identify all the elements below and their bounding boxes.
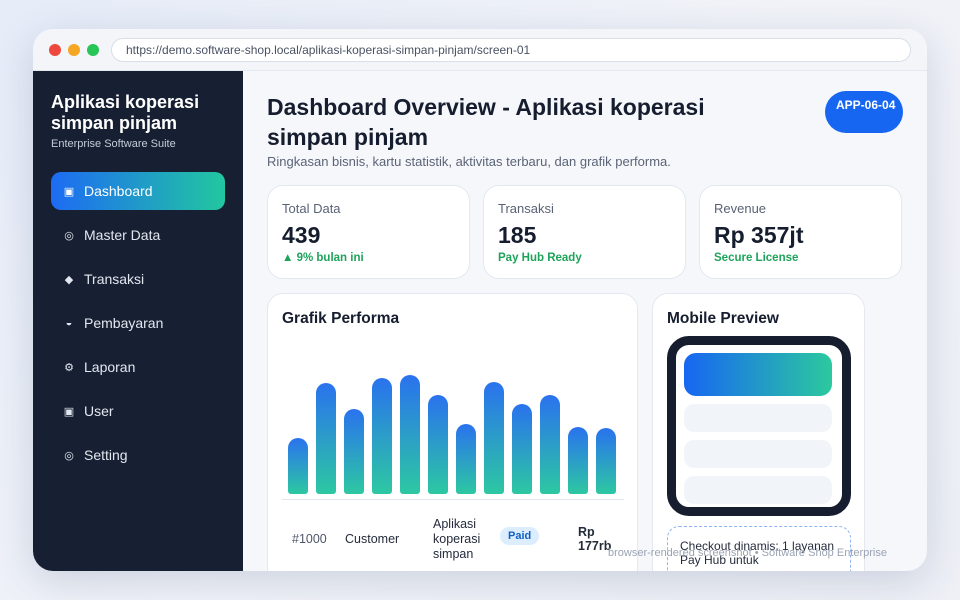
chart-bar — [372, 378, 392, 494]
user-icon: ▣ — [63, 405, 75, 418]
stat-label: Transaksi — [498, 201, 554, 216]
sidebar-item-label: Master Data — [84, 227, 161, 243]
stat-label: Revenue — [714, 201, 767, 216]
main-content: Dashboard Overview - Aplikasi koperasi s… — [243, 71, 927, 571]
transaksi-icon: ◆ — [64, 273, 74, 286]
chart-bar — [288, 438, 308, 494]
activity-product: Aplikasi koperasi simpan — [433, 517, 481, 561]
minimize-window-icon[interactable] — [68, 43, 80, 56]
chart-bar — [316, 383, 336, 494]
dashboard-icon: ▣ — [63, 185, 75, 198]
pembayaran-icon: ◒ — [65, 317, 73, 329]
sidebar-item-master-data[interactable]: ◎ Master Data — [51, 216, 225, 254]
phone-header-block — [684, 353, 832, 396]
close-window-icon[interactable] — [49, 43, 61, 56]
phone-mockup — [667, 336, 851, 516]
chart-bar — [540, 395, 560, 494]
chart-bar — [428, 395, 448, 494]
app-code-badge: APP-06-04 — [825, 91, 903, 133]
stat-value: 185 — [498, 222, 537, 248]
sidebar-item-user[interactable]: ▣ User — [51, 392, 225, 430]
stat-card-total-data: Total Data 439 ▲ 9% bulan ini — [267, 185, 470, 279]
phone-line — [684, 440, 832, 468]
status-badge: Paid — [500, 527, 540, 545]
chart-bar — [456, 424, 476, 494]
chart-bar — [596, 428, 616, 494]
activity-id: #1000 — [292, 532, 327, 546]
sidebar-nav: ▣ Dashboard ◎ Master Data ◆ Transaksi ◒ Pemb… — [51, 172, 225, 480]
mobile-preview-card: Mobile Preview Checkout dinamis: 1 layan… — [652, 293, 865, 571]
sidebar-item-label: Transaksi — [84, 271, 145, 287]
chart-bar — [512, 404, 532, 494]
stat-note: Secure License — [714, 252, 799, 264]
brand-subtitle: Enterprise Software Suite — [51, 138, 176, 150]
performance-card: Grafik Performa #1000 Customer Aplikasi … — [267, 293, 638, 571]
chart-bar — [344, 409, 364, 494]
chart-baseline — [282, 499, 624, 500]
stat-value: 439 — [282, 222, 321, 248]
laporan-icon: ⚙ — [64, 361, 74, 374]
phone-line — [684, 476, 832, 504]
setting-icon: ◎ — [64, 449, 74, 462]
sidebar-item-label: User — [84, 403, 114, 419]
performance-title: Grafik Performa — [282, 310, 400, 327]
browser-topbar: https://demo.software-shop.local/aplikas… — [33, 29, 927, 71]
sidebar-item-laporan[interactable]: ⚙ Laporan — [51, 348, 225, 386]
sidebar-item-setting[interactable]: ◎ Setting — [51, 436, 225, 474]
stat-label: Total Data — [282, 201, 341, 216]
address-bar[interactable]: https://demo.software-shop.local/aplikas… — [111, 38, 911, 62]
performance-chart — [282, 338, 624, 500]
master-data-icon: ◎ — [64, 229, 74, 242]
stat-value: Rp 357jt — [714, 222, 804, 248]
app-window: https://demo.software-shop.local/aplikas… — [33, 29, 927, 571]
brand-title: Aplikasi koperasi simpan pinjam — [51, 92, 200, 133]
page-title: Dashboard Overview - Aplikasi koperasi s… — [267, 94, 705, 150]
activity-row[interactable]: #1000 Customer Aplikasi koperasi simpan … — [268, 512, 638, 571]
sidebar-item-transaksi[interactable]: ◆ Transaksi — [51, 260, 225, 298]
activity-customer: Customer — [345, 532, 400, 546]
sidebar-item-label: Dashboard — [84, 183, 153, 199]
stat-note: Pay Hub Ready — [498, 252, 582, 264]
page-subtitle: Ringkasan bisnis, kartu statistik, aktiv… — [267, 154, 671, 169]
maximize-window-icon[interactable] — [87, 43, 99, 56]
chart-bar — [400, 375, 420, 494]
footer-note: browser-rendered screenshot • Software S… — [608, 547, 887, 559]
chart-bar — [484, 382, 504, 494]
sidebar: Aplikasi koperasi simpan pinjam Enterpri… — [33, 71, 243, 571]
mobile-preview-title: Mobile Preview — [667, 310, 779, 327]
stat-card-transaksi: Transaksi 185 Pay Hub Ready — [483, 185, 686, 279]
sidebar-item-label: Laporan — [84, 359, 136, 375]
sidebar-item-label: Setting — [84, 447, 128, 463]
sidebar-item-dashboard[interactable]: ▣ Dashboard — [51, 172, 225, 210]
sidebar-item-pembayaran[interactable]: ◒ Pembayaran — [51, 304, 225, 342]
stat-trend: ▲ 9% bulan ini — [282, 252, 364, 264]
stat-card-revenue: Revenue Rp 357jt Secure License — [699, 185, 902, 279]
chart-bar — [568, 427, 588, 494]
phone-line — [684, 404, 832, 432]
sidebar-item-label: Pembayaran — [84, 315, 164, 331]
